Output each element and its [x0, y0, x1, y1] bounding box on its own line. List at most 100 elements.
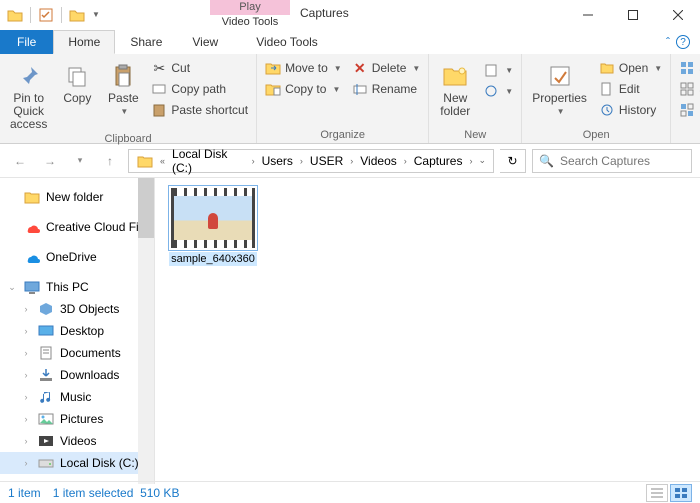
copy-path-button[interactable]: Copy path — [147, 79, 252, 99]
tree-label: New folder — [46, 190, 103, 204]
details-view-button[interactable] — [646, 484, 668, 502]
back-button[interactable]: ← — [8, 149, 32, 173]
tree-label: Music — [60, 390, 91, 404]
tree-scroll-thumb[interactable] — [138, 178, 154, 238]
open-button[interactable]: Open▼ — [595, 58, 666, 78]
address-caret[interactable]: › — [401, 156, 410, 166]
tree-caret[interactable]: › — [20, 348, 32, 358]
ribbon-group-select: Select all Select none Invert selection … — [671, 54, 700, 143]
tree-label: 3D Objects — [60, 302, 119, 316]
new-folder-icon — [439, 60, 471, 92]
tab-view[interactable]: View — [177, 30, 233, 54]
tree-item[interactable]: OneDrive — [0, 246, 154, 268]
address-history-dropdown[interactable]: ⌄ — [475, 155, 489, 166]
forward-button[interactable]: → — [38, 149, 62, 173]
new-item-button[interactable]: ▼ — [479, 60, 517, 80]
new-item-icon — [483, 62, 499, 78]
recent-button[interactable]: ▾ — [68, 149, 92, 173]
icons-view-button[interactable] — [670, 484, 692, 502]
properties-button[interactable]: Properties▼ — [526, 56, 593, 118]
tree-item[interactable]: ›Downloads — [0, 364, 154, 386]
select-all-button[interactable]: Select all — [675, 58, 700, 78]
tree-caret[interactable]: › — [20, 414, 32, 424]
tree-scrollbar[interactable] — [138, 178, 154, 484]
rename-button[interactable]: Rename — [348, 79, 425, 99]
refresh-button[interactable]: ↻ — [500, 149, 526, 173]
tree-item[interactable]: ›Desktop — [0, 320, 154, 342]
tree-label: Local Disk (C:) — [60, 456, 139, 470]
history-icon — [599, 102, 615, 118]
tree-caret[interactable]: › — [20, 392, 32, 402]
paste-shortcut-icon — [151, 102, 167, 118]
tree-item[interactable]: New folder — [0, 186, 154, 208]
address-segment[interactable]: Videos — [356, 150, 400, 172]
video-icon — [38, 433, 54, 449]
close-button[interactable] — [655, 0, 700, 30]
tab-video-tools[interactable]: Video Tools — [241, 30, 333, 54]
move-to-button[interactable]: Move to▼ — [261, 58, 346, 78]
address-caret[interactable]: › — [297, 156, 306, 166]
tree-caret[interactable]: › — [20, 370, 32, 380]
properties-icon[interactable] — [35, 4, 57, 26]
search-input[interactable] — [560, 154, 700, 168]
up-button[interactable]: ↑ — [98, 149, 122, 173]
tree-caret[interactable]: ⌄ — [6, 282, 18, 293]
folder-icon[interactable] — [66, 4, 88, 26]
new-folder-button[interactable]: New folder — [433, 56, 477, 118]
address-caret[interactable]: › — [249, 156, 258, 166]
tree-caret[interactable]: › — [20, 326, 32, 336]
down-icon — [38, 367, 54, 383]
folder-icon[interactable] — [4, 4, 26, 26]
tree-item[interactable]: › 3D Objects — [0, 298, 154, 320]
cut-button[interactable]: ✂Cut — [147, 58, 252, 78]
tree-item[interactable]: Creative Cloud Fil… — [0, 216, 154, 238]
tree-item[interactable]: ›Videos — [0, 430, 154, 452]
edit-icon — [599, 81, 615, 97]
ribbon-collapse-button[interactable]: ˆ ? — [656, 30, 700, 54]
address-root-icon[interactable] — [133, 150, 157, 172]
pin-quick-access-button[interactable]: Pin to Quick access — [4, 56, 53, 131]
nav-tree[interactable]: New folder Creative Cloud Fil… OneDrive ⌄Th… — [0, 178, 155, 484]
maximize-button[interactable] — [610, 0, 655, 30]
tree-caret[interactable]: › — [20, 436, 32, 446]
invert-selection-button[interactable]: Invert selection — [675, 100, 700, 120]
file-list[interactable]: sample_640x360 — [155, 178, 700, 484]
tree-item[interactable]: ›Pictures — [0, 408, 154, 430]
copy-to-button[interactable]: Copy to▼ — [261, 79, 346, 99]
tab-share[interactable]: Share — [115, 30, 177, 54]
address-caret[interactable]: « — [157, 156, 168, 166]
address-segment[interactable]: Local Disk (C:) — [168, 150, 249, 172]
copy-path-icon — [151, 81, 167, 97]
address-segment[interactable]: USER — [306, 150, 347, 172]
tab-file[interactable]: File — [0, 30, 53, 54]
properties-icon — [544, 60, 576, 92]
address-bar[interactable]: « Local Disk (C:)›Users›USER›Videos›Capt… — [128, 149, 494, 173]
body: New folder Creative Cloud Fil… OneDrive ⌄Th… — [0, 178, 700, 484]
tree-item[interactable]: › Local Disk (C:) — [0, 452, 154, 474]
delete-button[interactable]: ✕Delete▼ — [348, 58, 425, 78]
tab-home[interactable]: Home — [53, 30, 115, 54]
copy-button[interactable]: Copy — [55, 56, 99, 105]
file-item[interactable]: sample_640x360 — [165, 188, 261, 266]
paste-shortcut-button[interactable]: Paste shortcut — [147, 100, 252, 120]
tree-item[interactable]: › Music — [0, 386, 154, 408]
address-caret[interactable]: › — [347, 156, 356, 166]
search-box[interactable]: 🔍 — [532, 149, 692, 173]
minimize-button[interactable] — [565, 0, 610, 30]
address-caret[interactable]: › — [466, 156, 475, 166]
scissors-icon: ✂ — [151, 60, 167, 76]
tree-caret[interactable]: › — [20, 458, 32, 468]
address-segment[interactable]: Captures — [410, 150, 467, 172]
paste-button[interactable]: Paste▼ — [101, 56, 145, 118]
address-segment[interactable]: Users — [258, 150, 297, 172]
easy-access-button[interactable]: ▼ — [479, 81, 517, 101]
qat-dropdown[interactable]: ▼ — [90, 10, 102, 19]
select-none-button[interactable]: Select none — [675, 79, 700, 99]
tree-item[interactable]: ›Documents — [0, 342, 154, 364]
pic-icon — [38, 411, 54, 427]
status-count: 1 item — [8, 486, 41, 500]
tree-caret[interactable]: › — [20, 304, 32, 314]
edit-button[interactable]: Edit — [595, 79, 666, 99]
history-button[interactable]: History — [595, 100, 666, 120]
tree-item[interactable]: ⌄This PC — [0, 276, 154, 298]
